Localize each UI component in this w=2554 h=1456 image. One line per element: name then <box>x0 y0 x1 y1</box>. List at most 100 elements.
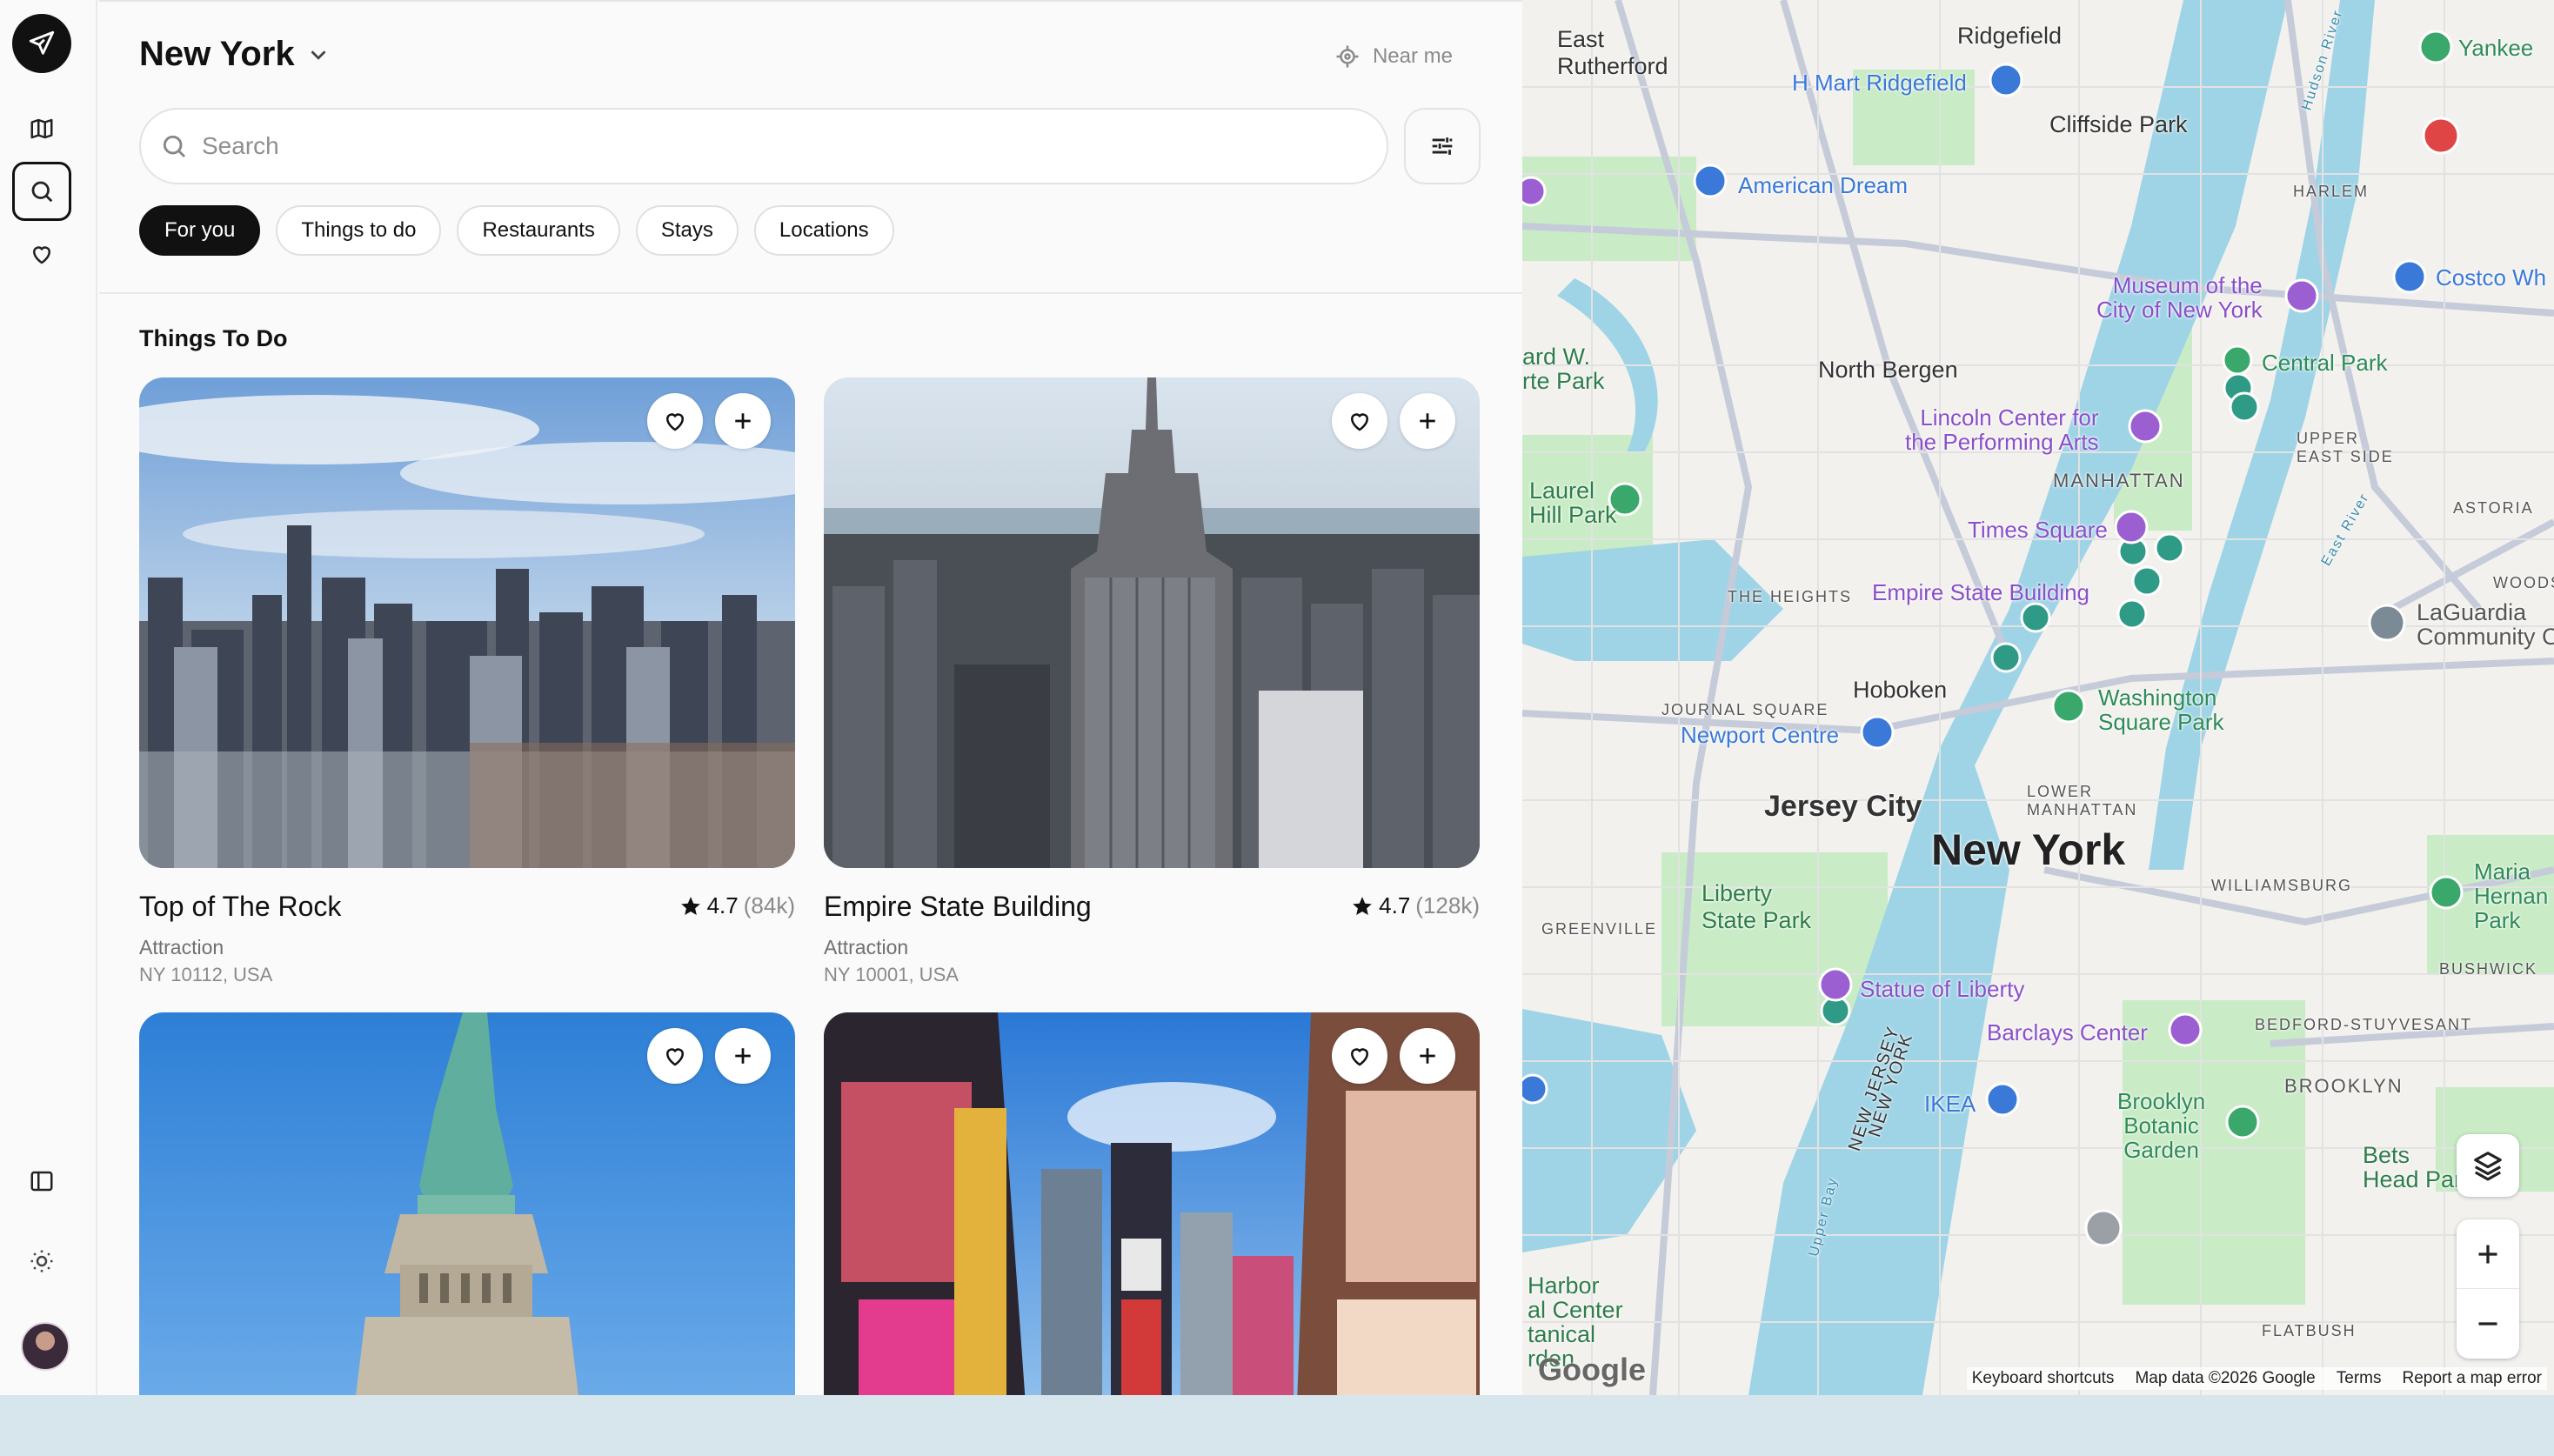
map-view[interactable]: East Rutherford Ridgefield Cliffside Park… <box>1522 0 2554 1395</box>
poi-laurel-hill[interactable]: Laurel Hill Park <box>1529 478 1617 527</box>
add-button[interactable] <box>1400 393 1455 449</box>
favorite-button[interactable] <box>1332 1028 1387 1084</box>
nav-search-button[interactable] <box>12 162 71 221</box>
place-card[interactable]: Top of The Rock 4.7 (84k) Attraction NY … <box>139 377 795 985</box>
google-logo: Google <box>1538 1352 1646 1387</box>
heart-icon <box>665 1048 685 1066</box>
add-button[interactable] <box>715 393 771 449</box>
poi-botanic-garden[interactable]: Brooklyn Botanic Garden <box>2117 1089 2205 1162</box>
favorite-button[interactable] <box>647 1028 703 1084</box>
sliders-icon <box>1432 137 1453 155</box>
chip-restaurants[interactable]: Restaurants <box>457 205 620 256</box>
poi-museum[interactable]: Museum of the City of New York <box>2096 273 2263 322</box>
card-type: Attraction <box>139 936 224 958</box>
card-photo[interactable] <box>139 1012 795 1395</box>
star-icon <box>1353 896 1372 915</box>
plus-icon <box>1420 1048 1435 1064</box>
chip-locations[interactable]: Locations <box>753 205 894 256</box>
crosshair-icon <box>1336 45 1359 68</box>
add-button[interactable] <box>1400 1028 1455 1084</box>
card-rating: 4.7 (84k) <box>679 892 795 919</box>
poi-ikea[interactable]: IKEA <box>1924 1091 1976 1118</box>
card-actions <box>1332 1028 1455 1084</box>
near-me-button[interactable]: Near me <box>1334 43 1453 70</box>
keyboard-shortcuts-link[interactable]: Keyboard shortcuts <box>1972 1369 2115 1388</box>
map-label-north-bergen: North Bergen <box>1818 357 1958 383</box>
app-logo-button[interactable] <box>12 14 71 73</box>
zoom-out-button[interactable] <box>2457 1289 2519 1359</box>
map-label-astoria: ASTORIA <box>2453 499 2534 517</box>
poi-yankee[interactable]: Yankee <box>2458 35 2533 62</box>
app-window: New York Near me For you Things to do Re… <box>0 0 2554 1395</box>
card-photo[interactable] <box>139 377 795 868</box>
poi-central-park[interactable]: Central Park <box>2262 350 2388 377</box>
map-layers-button[interactable] <box>2457 1134 2519 1197</box>
add-button[interactable] <box>715 1028 771 1084</box>
sidebar-toggle-icon <box>30 1171 53 1192</box>
empire-state-photo <box>824 377 1480 868</box>
favorite-button[interactable] <box>647 393 703 449</box>
chip-things-to-do[interactable]: Things to do <box>276 205 442 256</box>
nav-map-button[interactable] <box>12 99 71 158</box>
map-label-upper-east: UPPER EAST SIDE <box>2297 430 2394 465</box>
map-label-bedford: BEDFORD-STUYVESANT <box>2255 1016 2473 1033</box>
card-actions <box>647 393 771 449</box>
card-actions <box>1332 393 1455 449</box>
map-label-greenville: GREENVILLE <box>1541 920 1658 938</box>
map-label-liberty-park: Liberty State Park <box>1702 880 1812 933</box>
poi-lincoln-center[interactable]: Lincoln Center for the Performing Arts <box>1905 405 2099 454</box>
poi-newport[interactable]: Newport Centre <box>1681 722 1839 749</box>
poi-costco[interactable]: Costco Wh <box>2436 264 2546 291</box>
map-footer: Keyboard shortcuts Map data ©2026 Google… <box>1966 1367 2547 1390</box>
report-error-link[interactable]: Report a map error <box>2402 1369 2542 1388</box>
poi-american-dream[interactable]: American Dream <box>1738 172 1908 199</box>
sidebar-toggle-button[interactable] <box>12 1152 71 1211</box>
user-avatar[interactable] <box>21 1322 70 1371</box>
poi-maria-hernandez[interactable]: Maria Hernan Park <box>2474 859 2548 932</box>
search-icon <box>31 181 53 203</box>
card-address: NY 10001, USA <box>824 964 959 985</box>
poi-statue-of-liberty[interactable]: Statue of Liberty <box>1860 976 2024 1003</box>
poi-washington-square[interactable]: Washington Square Park <box>2098 685 2224 734</box>
poi-bets-head[interactable]: Bets Head Par <box>2363 1143 2462 1192</box>
search-input[interactable] <box>202 132 1333 160</box>
nav-favorites-button[interactable] <box>12 224 71 284</box>
search-bar[interactable] <box>139 108 1388 184</box>
poi-laguardia[interactable]: LaGuardia Community C <box>2417 600 2554 649</box>
left-rail <box>0 0 97 1395</box>
heart-icon <box>1350 413 1369 431</box>
chip-stays[interactable]: Stays <box>635 205 739 256</box>
poi-empire-state[interactable]: Empire State Building <box>1872 579 2089 606</box>
place-card[interactable] <box>139 1012 795 1395</box>
map-label-jersey-city: Jersey City <box>1764 790 1922 823</box>
city-selector[interactable]: New York <box>139 35 331 74</box>
chip-for-you[interactable]: For you <box>139 205 261 256</box>
section-title: Things To Do <box>139 325 288 351</box>
map-label-flatbush: FLATBUSH <box>2262 1322 2357 1339</box>
search-icon <box>163 135 186 158</box>
place-card[interactable] <box>824 1012 1480 1395</box>
header-divider <box>99 292 1522 294</box>
zoom-in-button[interactable] <box>2457 1219 2519 1289</box>
heart-icon <box>1350 1048 1369 1066</box>
heart-icon <box>665 413 685 431</box>
map-icon <box>30 118 53 139</box>
poi-barclays[interactable]: Barclays Center <box>1987 1019 2148 1046</box>
map-zoom-controls <box>2457 1219 2519 1359</box>
card-photo[interactable] <box>824 1012 1480 1395</box>
poi-ward-park[interactable]: ard W. rte Park <box>1522 344 1605 393</box>
card-photo[interactable] <box>824 377 1480 868</box>
map-label-williamsburg: WILLIAMSBURG <box>2211 877 2353 894</box>
filters-button[interactable] <box>1404 108 1481 184</box>
map-label-the-heights: THE HEIGHTS <box>1728 588 1853 605</box>
layers-icon <box>2474 1152 2502 1181</box>
favorite-button[interactable] <box>1332 393 1387 449</box>
poi-times-square[interactable]: Times Square <box>1968 517 2108 544</box>
poi-hmart[interactable]: H Mart Ridgefield <box>1792 70 1967 97</box>
terms-link[interactable]: Terms <box>2337 1369 2382 1388</box>
place-card[interactable]: Empire State Building 4.7 (128k) Attract… <box>824 377 1480 985</box>
card-title: Top of The Rock <box>139 891 342 922</box>
theme-toggle-button[interactable] <box>12 1232 71 1291</box>
card-title: Empire State Building <box>824 891 1092 922</box>
sun-icon <box>30 1250 53 1272</box>
